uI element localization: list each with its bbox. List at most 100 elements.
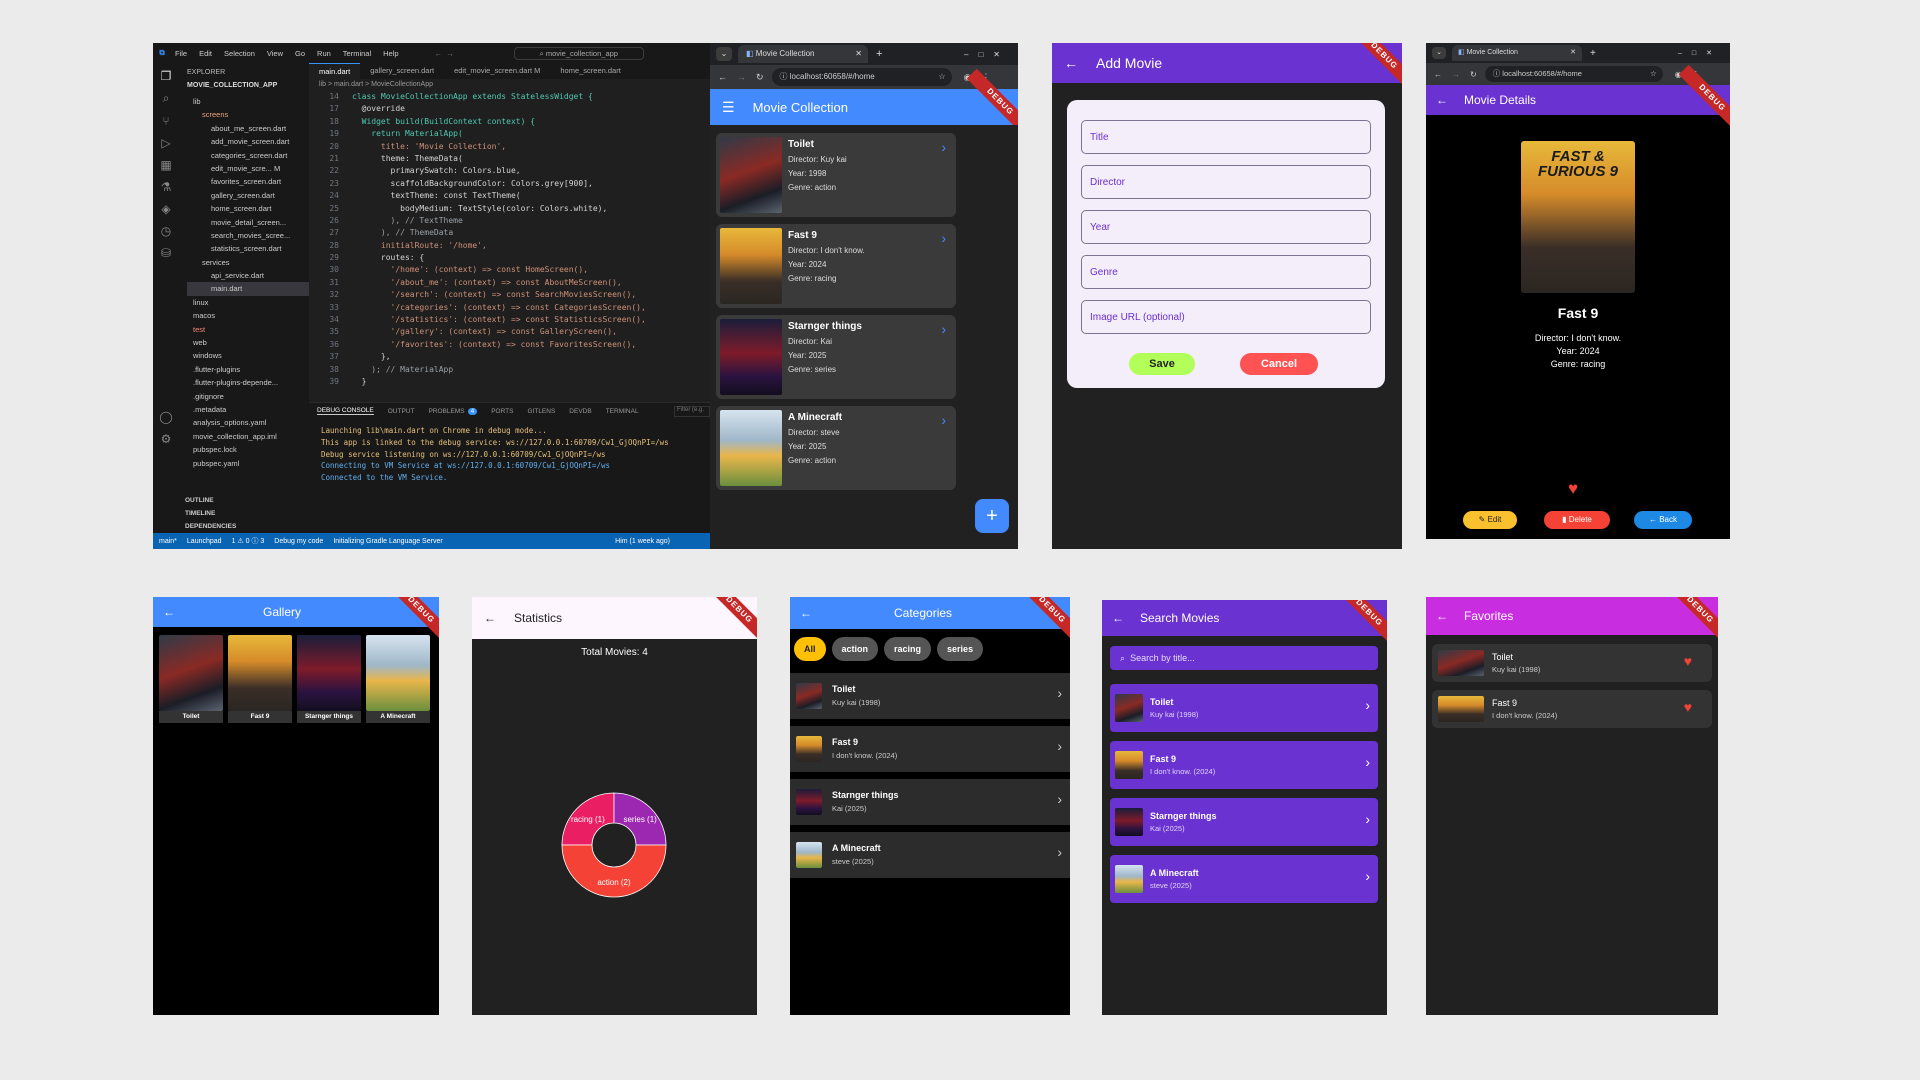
favorite-heart-icon[interactable]: ♥: [1684, 699, 1692, 715]
back-arrow-icon[interactable]: ←: [800, 606, 894, 620]
menu-item-go[interactable]: Go: [295, 49, 305, 58]
status-item[interactable]: Initializing Gradle Language Server: [333, 538, 442, 545]
back-arrow-icon[interactable]: ←: [1436, 609, 1448, 623]
back-arrow-icon[interactable]: ←: [1112, 611, 1124, 625]
tree-item[interactable]: .metadata: [187, 403, 309, 416]
code-editor[interactable]: class MovieCollectionApp extends Statele…: [352, 91, 710, 388]
save-button[interactable]: Save: [1129, 353, 1195, 375]
back-arrow-icon[interactable]: ←: [484, 611, 496, 625]
status-item[interactable]: Him (1 week ago): [615, 538, 670, 545]
tab-menu-icon[interactable]: ⌄: [1432, 47, 1446, 59]
category-list-item[interactable]: Fast 9 I don't know. (2024) ›: [790, 726, 1070, 772]
tree-item[interactable]: linux: [187, 296, 309, 309]
input-director[interactable]: Director: [1081, 165, 1371, 199]
tree-item[interactable]: screens: [187, 108, 309, 121]
chip-all[interactable]: All: [794, 637, 826, 661]
status-item[interactable]: main*: [159, 538, 177, 545]
tree-item[interactable]: add_movie_screen.dart: [187, 135, 309, 148]
menu-item-help[interactable]: Help: [383, 49, 398, 58]
command-search[interactable]: ⌕ movie_collection_app: [513, 46, 644, 60]
tree-item[interactable]: statistics_screen.dart: [187, 242, 309, 255]
input-image[interactable]: Image URL (optional): [1081, 300, 1371, 334]
gallery-poster[interactable]: [159, 635, 223, 711]
category-list-item[interactable]: Toilet Kuy kai (1998) ›: [790, 673, 1070, 719]
input-title[interactable]: Title: [1081, 120, 1371, 154]
panel-tab-problems[interactable]: PROBLEMS 4: [428, 407, 478, 415]
movie-card[interactable]: Fast 9 Director: I don't know. Year: 2024 G…: [716, 224, 956, 308]
testing-icon[interactable]: ⚗: [153, 180, 179, 194]
reload-icon[interactable]: ↻: [1470, 70, 1477, 79]
reload-icon[interactable]: ↻: [756, 72, 764, 83]
forward-icon[interactable]: →: [737, 72, 746, 82]
editor-tab[interactable]: gallery_screen.dart: [360, 63, 444, 79]
timeline-icon[interactable]: ◷: [153, 224, 179, 238]
panel-tab-gitlens[interactable]: GITLENS: [527, 408, 555, 415]
favorite-item[interactable]: Fast 9 I don't know. (2024) ♥: [1432, 690, 1712, 728]
address-bar[interactable]: ⓘ localhost:60658/#/home ☆: [1484, 66, 1663, 82]
chevron-right-icon[interactable]: ›: [941, 230, 946, 246]
bookmark-star-icon[interactable]: ☆: [938, 68, 945, 86]
search-result-item[interactable]: Fast 9 I don't know. (2024) ›: [1110, 741, 1378, 789]
gallery-poster[interactable]: [297, 635, 361, 711]
tab-close-icon[interactable]: ✕: [1570, 45, 1576, 61]
menu-item-terminal[interactable]: Terminal: [343, 49, 371, 58]
chevron-right-icon[interactable]: ›: [941, 321, 946, 337]
new-tab-icon[interactable]: +: [876, 48, 882, 60]
tree-item[interactable]: edit_movie_scre... M: [187, 162, 309, 175]
favorite-item[interactable]: Toilet Kuy kai (1998) ♥: [1432, 644, 1712, 682]
settings-gear-icon[interactable]: ⚙: [153, 432, 179, 446]
tree-item[interactable]: home_screen.dart: [187, 202, 309, 215]
chip-racing[interactable]: racing: [884, 637, 932, 661]
editor-tab[interactable]: main.dart: [309, 63, 361, 79]
tree-item[interactable]: gallery_screen.dart: [187, 189, 309, 202]
tree-item[interactable]: lib: [187, 95, 309, 108]
chip-series[interactable]: series: [937, 637, 984, 661]
filter-input[interactable]: Filter (e.g.: [674, 406, 710, 417]
tree-item[interactable]: .flutter-plugins-depende...: [187, 376, 309, 389]
back-arrow-icon[interactable]: ←: [163, 605, 263, 619]
tree-item[interactable]: .flutter-plugins: [187, 363, 309, 376]
tree-item[interactable]: .gitignore: [187, 390, 309, 403]
tree-item[interactable]: services: [187, 256, 309, 269]
panel-tab-debug-console[interactable]: DEBUG CONSOLE: [317, 407, 374, 415]
tree-item[interactable]: web: [187, 336, 309, 349]
back-arrow-icon[interactable]: ←: [1436, 93, 1448, 107]
tab-menu-icon[interactable]: ⌄: [716, 47, 732, 61]
tab-close-icon[interactable]: ✕: [855, 45, 862, 63]
window-controls[interactable]: –□✕: [964, 50, 1010, 59]
add-movie-fab[interactable]: +: [975, 499, 1009, 533]
cancel-button[interactable]: Cancel: [1240, 353, 1318, 375]
movie-card[interactable]: Starnger things Director: Kai Year: 2025 Ge…: [716, 315, 956, 399]
back-icon[interactable]: ←: [718, 72, 727, 82]
new-tab-icon[interactable]: +: [1590, 48, 1596, 59]
tree-item[interactable]: pubspec.lock: [187, 443, 309, 456]
panel-tab-output[interactable]: OUTPUT: [388, 408, 415, 415]
section-timeline[interactable]: TIMELINE: [185, 507, 309, 520]
menu-item-selection[interactable]: Selection: [224, 49, 255, 58]
forward-icon[interactable]: →: [1452, 70, 1460, 79]
tree-item[interactable]: categories_screen.dart: [187, 149, 309, 162]
bookmark-star-icon[interactable]: ☆: [1650, 66, 1657, 82]
tree-item[interactable]: pubspec.yaml: [187, 457, 309, 470]
tree-item[interactable]: movie_detail_screen...: [187, 216, 309, 229]
favorite-heart-icon[interactable]: ♥: [1684, 653, 1692, 669]
window-controls[interactable]: –□✕: [1678, 49, 1722, 57]
section-dependencies[interactable]: DEPENDENCIES: [185, 520, 309, 533]
menu-item-run[interactable]: Run: [317, 49, 331, 58]
menu-item-view[interactable]: View: [267, 49, 283, 58]
tree-item[interactable]: api_service.dart: [187, 269, 309, 282]
panel-tab-devdb[interactable]: DEVDB: [569, 408, 591, 415]
movie-card[interactable]: A Minecraft Director: steve Year: 2025 Genr…: [716, 406, 956, 490]
edit-button[interactable]: ✎ Edit: [1463, 511, 1517, 529]
favorite-heart-icon[interactable]: ♥: [1568, 479, 1578, 499]
movie-card[interactable]: Toilet Director: Kuy kai Year: 1998 Genre: …: [716, 133, 956, 217]
remote-icon[interactable]: ◈: [153, 202, 179, 216]
editor-tab[interactable]: home_screen.dart: [550, 63, 630, 79]
chevron-right-icon[interactable]: ›: [941, 139, 946, 155]
breadcrumb[interactable]: lib > main.dart > MovieCollectionApp: [319, 81, 433, 88]
browser-tab[interactable]: ◧ Movie Collection ✕: [738, 45, 868, 63]
menu-bar[interactable]: File Edit Selection View Go Run Terminal Help: [175, 49, 411, 58]
panel-tab-terminal[interactable]: TERMINAL: [606, 408, 639, 415]
search-icon[interactable]: ⌕: [153, 91, 179, 106]
gallery-poster[interactable]: [366, 635, 430, 711]
